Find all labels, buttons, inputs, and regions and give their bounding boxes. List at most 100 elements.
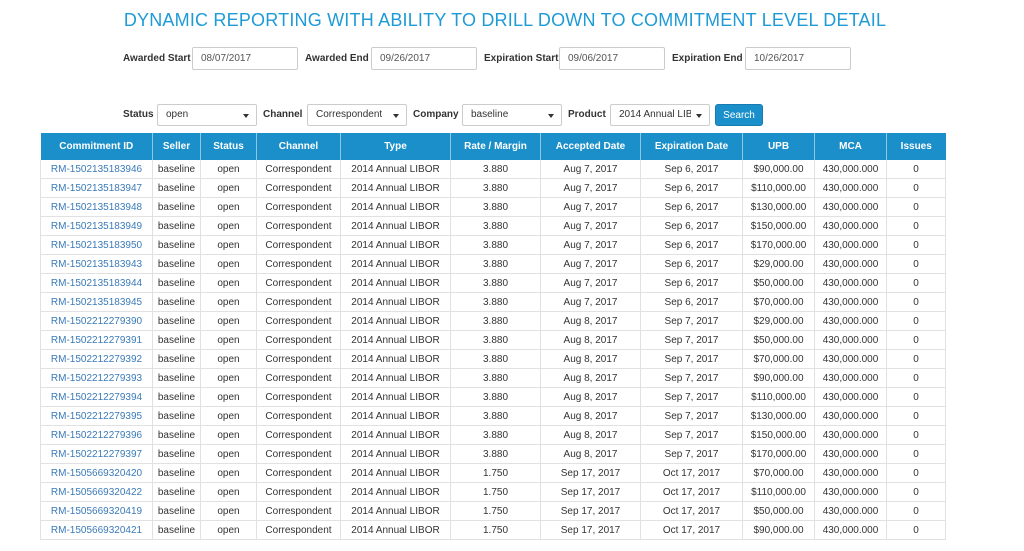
cell-type: 2014 Annual LIBOR xyxy=(340,330,451,350)
cell-mca: 430,000.000 xyxy=(814,197,887,217)
commitment-id-link[interactable]: RM-1505669320420 xyxy=(40,463,153,483)
cell-rate-margin: 3.880 xyxy=(450,235,541,255)
cell-upb: $90,000.00 xyxy=(742,368,815,388)
commitment-id-link[interactable]: RM-1505669320419 xyxy=(40,501,153,521)
commitment-id-link[interactable]: RM-1505669320421 xyxy=(40,520,153,540)
cell-mca: 430,000.000 xyxy=(814,463,887,483)
company-select[interactable]: baseline xyxy=(462,104,562,126)
table-row[interactable]: RM-1502212279395 baseline open Corresponden… xyxy=(40,406,946,426)
commitment-id-link[interactable]: RM-1502212279391 xyxy=(40,330,153,350)
cell-mca: 430,000.000 xyxy=(814,501,887,521)
commitment-id-link[interactable]: RM-1505669320422 xyxy=(40,482,153,502)
table-row[interactable]: RM-1502212279392 baseline open Corresponden… xyxy=(40,349,946,369)
cell-expiration-date: Oct 17, 2017 xyxy=(640,501,743,521)
cell-seller: baseline xyxy=(152,501,201,521)
cell-type: 2014 Annual LIBOR xyxy=(340,482,451,502)
cell-seller: baseline xyxy=(152,425,201,445)
column-header-channel[interactable]: Channel xyxy=(256,133,341,160)
cell-rate-margin: 3.880 xyxy=(450,216,541,236)
column-header-status[interactable]: Status xyxy=(200,133,257,160)
column-header-seller[interactable]: Seller xyxy=(152,133,201,160)
commitments-table: Commitment ID Seller Status Channel Type Rate… xyxy=(40,133,946,540)
cell-seller: baseline xyxy=(152,330,201,350)
table-row[interactable]: RM-1502212279391 baseline open Corresponden… xyxy=(40,330,946,350)
search-button[interactable]: Search xyxy=(715,104,763,126)
table-row[interactable]: RM-1505669320420 baseline open Corresponden… xyxy=(40,463,946,483)
cell-issues: 0 xyxy=(886,463,946,483)
table-row[interactable]: RM-1502135183946 baseline open Corresponden… xyxy=(40,160,946,179)
cell-channel: Correspondent xyxy=(256,330,341,350)
table-row[interactable]: RM-1505669320422 baseline open Corresponden… xyxy=(40,482,946,502)
expiration-end-input[interactable] xyxy=(745,47,851,70)
commitment-id-link[interactable]: RM-1502135183950 xyxy=(40,235,153,255)
expiration-start-input[interactable] xyxy=(559,47,665,70)
commitment-id-link[interactable]: RM-1502212279395 xyxy=(40,406,153,426)
cell-expiration-date: Sep 6, 2017 xyxy=(640,235,743,255)
column-header-type[interactable]: Type xyxy=(340,133,451,160)
column-header-upb[interactable]: UPB xyxy=(742,133,815,160)
cell-status: open xyxy=(200,178,257,198)
column-header-rate-margin[interactable]: Rate / Margin xyxy=(450,133,541,160)
commitment-id-link[interactable]: RM-1502212279394 xyxy=(40,387,153,407)
table-row[interactable]: RM-1505669320419 baseline open Corresponden… xyxy=(40,501,946,521)
cell-status: open xyxy=(200,273,257,293)
cell-type: 2014 Annual LIBOR xyxy=(340,349,451,369)
cell-rate-margin: 1.750 xyxy=(450,520,541,540)
cell-expiration-date: Sep 7, 2017 xyxy=(640,444,743,464)
channel-select[interactable]: Correspondent xyxy=(307,104,407,126)
commitment-id-link[interactable]: RM-1502135183944 xyxy=(40,273,153,293)
company-label: Company xyxy=(413,109,459,120)
commitment-id-link[interactable]: RM-1502212279397 xyxy=(40,444,153,464)
table-row[interactable]: RM-1502135183943 baseline open Corresponden… xyxy=(40,254,946,274)
commitment-id-link[interactable]: RM-1502135183946 xyxy=(40,160,153,179)
table-row[interactable]: RM-1502135183950 baseline open Corresponden… xyxy=(40,235,946,255)
column-header-issues[interactable]: Issues xyxy=(886,133,946,160)
commitment-id-link[interactable]: RM-1502212279396 xyxy=(40,425,153,445)
table-row[interactable]: RM-1502135183949 baseline open Corresponden… xyxy=(40,216,946,236)
table-row[interactable]: RM-1502212279397 baseline open Corresponden… xyxy=(40,444,946,464)
cell-upb: $50,000.00 xyxy=(742,501,815,521)
commitment-id-link[interactable]: RM-1502135183945 xyxy=(40,292,153,312)
table-row[interactable]: RM-1502135183944 baseline open Corresponden… xyxy=(40,273,946,293)
cell-issues: 0 xyxy=(886,254,946,274)
commitments-table-wrapper: Commitment ID Seller Status Channel Type Rate… xyxy=(40,133,946,540)
cell-rate-margin: 3.880 xyxy=(450,273,541,293)
column-header-expiration-date[interactable]: Expiration Date xyxy=(640,133,743,160)
awarded-end-input[interactable] xyxy=(371,47,477,70)
commitment-id-link[interactable]: RM-1502135183948 xyxy=(40,197,153,217)
table-row[interactable]: RM-1502212279390 baseline open Corresponden… xyxy=(40,311,946,331)
cell-accepted-date: Aug 7, 2017 xyxy=(540,160,641,179)
commitment-id-link[interactable]: RM-1502135183949 xyxy=(40,216,153,236)
column-header-mca[interactable]: MCA xyxy=(814,133,887,160)
commitment-id-link[interactable]: RM-1502135183943 xyxy=(40,254,153,274)
cell-seller: baseline xyxy=(152,160,201,179)
table-row[interactable]: RM-1502212279396 baseline open Corresponden… xyxy=(40,425,946,445)
table-row[interactable]: RM-1505669320421 baseline open Corresponden… xyxy=(40,520,946,540)
cell-upb: $90,000.00 xyxy=(742,160,815,179)
cell-seller: baseline xyxy=(152,178,201,198)
status-select[interactable]: open xyxy=(157,104,257,126)
table-row[interactable]: RM-1502212279393 baseline open Corresponden… xyxy=(40,368,946,388)
commitment-id-link[interactable]: RM-1502212279392 xyxy=(40,349,153,369)
cell-rate-margin: 3.880 xyxy=(450,368,541,388)
cell-upb: $150,000.00 xyxy=(742,425,815,445)
column-header-accepted-date[interactable]: Accepted Date xyxy=(540,133,641,160)
cell-seller: baseline xyxy=(152,349,201,369)
column-header-commitment-id[interactable]: Commitment ID xyxy=(40,133,153,160)
channel-select-value: Correspondent xyxy=(316,109,383,120)
table-row[interactable]: RM-1502135183947 baseline open Corresponden… xyxy=(40,178,946,198)
product-select[interactable]: 2014 Annual LIBOR xyxy=(610,104,710,126)
cell-seller: baseline xyxy=(152,444,201,464)
awarded-start-input[interactable] xyxy=(192,47,298,70)
cell-accepted-date: Sep 17, 2017 xyxy=(540,501,641,521)
table-row[interactable]: RM-1502135183948 baseline open Corresponden… xyxy=(40,197,946,217)
cell-expiration-date: Sep 6, 2017 xyxy=(640,292,743,312)
cell-mca: 430,000.000 xyxy=(814,273,887,293)
table-row[interactable]: RM-1502135183945 baseline open Corresponden… xyxy=(40,292,946,312)
commitment-id-link[interactable]: RM-1502212279393 xyxy=(40,368,153,388)
commitment-id-link[interactable]: RM-1502212279390 xyxy=(40,311,153,331)
cell-status: open xyxy=(200,292,257,312)
cell-rate-margin: 3.880 xyxy=(450,425,541,445)
commitment-id-link[interactable]: RM-1502135183947 xyxy=(40,178,153,198)
table-row[interactable]: RM-1502212279394 baseline open Corresponden… xyxy=(40,387,946,407)
